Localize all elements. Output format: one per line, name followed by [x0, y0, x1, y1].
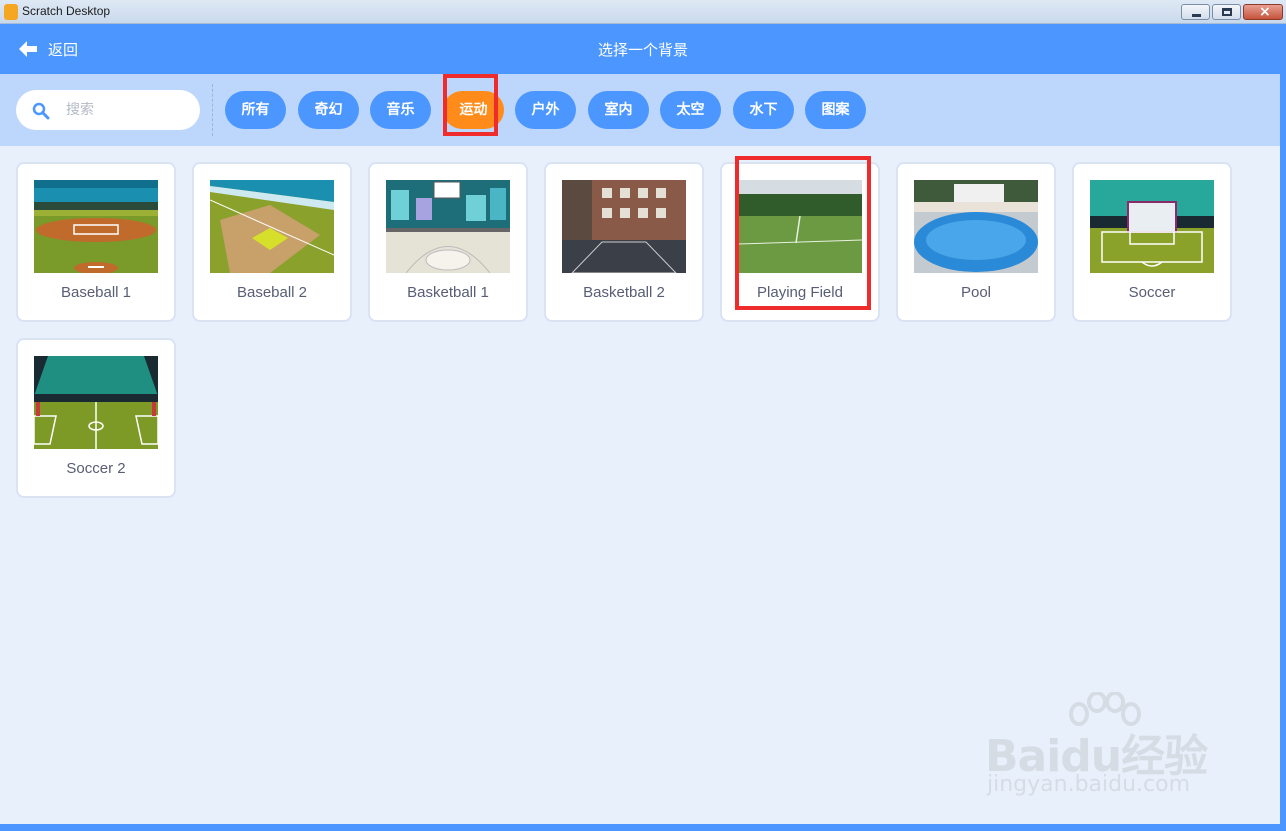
baidu-watermark: Baidu经验 jingyan.baidu.com	[985, 692, 1225, 804]
search-box	[16, 90, 200, 130]
backdrop-card-soccer[interactable]: Soccer	[1072, 162, 1232, 322]
tag-space[interactable]: 太空	[660, 91, 721, 129]
backdrop-card-pool[interactable]: Pool	[896, 162, 1056, 322]
backdrop-name: Basketball 2	[583, 284, 665, 301]
sports-tag-highlight	[443, 74, 498, 136]
backdrop-thumbnail	[210, 180, 334, 273]
playing-field-highlight	[735, 156, 871, 310]
backdrop-thumbnail	[386, 180, 510, 273]
window-titlebar: Scratch Desktop ×	[0, 0, 1286, 24]
library-header: 返回 选择一个背景	[0, 24, 1286, 74]
filter-bar: 所有 奇幻 音乐 运动 户外 室内 太空 水下 图案	[0, 74, 1280, 146]
backdrop-name: Soccer 2	[66, 460, 126, 477]
tag-underwater[interactable]: 水下	[733, 91, 794, 129]
backdrop-thumbnail	[1090, 180, 1214, 273]
backdrop-card-baseball-1[interactable]: Baseball 1	[16, 162, 176, 322]
watermark-sub: jingyan.baidu.com	[987, 772, 1191, 797]
window-title: Scratch Desktop	[22, 4, 111, 18]
search-input[interactable]	[66, 98, 186, 122]
tag-all[interactable]: 所有	[225, 91, 286, 129]
backdrop-name: Pool	[960, 284, 992, 301]
backdrop-card-soccer-2[interactable]: Soccer 2	[16, 338, 176, 498]
backdrop-thumbnail	[914, 180, 1038, 273]
close-icon: ×	[1259, 4, 1271, 20]
maximize-button[interactable]	[1212, 4, 1241, 20]
search-icon	[32, 102, 50, 120]
tag-patterns[interactable]: 图案	[805, 91, 866, 129]
backdrop-thumbnail	[34, 356, 158, 449]
filter-divider	[212, 84, 213, 136]
maximize-icon	[1222, 8, 1232, 16]
minimize-button[interactable]	[1181, 4, 1210, 20]
backdrop-card-basketball-2[interactable]: Basketball 2	[544, 162, 704, 322]
window-bottom-edge	[0, 824, 1286, 831]
minimize-icon	[1192, 14, 1201, 17]
backdrop-thumbnail	[562, 180, 686, 273]
tag-fantasy[interactable]: 奇幻	[298, 91, 359, 129]
scratch-app-icon	[4, 4, 18, 20]
tag-music[interactable]: 音乐	[370, 91, 431, 129]
backdrop-name: Soccer	[1128, 284, 1176, 301]
window-right-edge	[1280, 24, 1286, 831]
tag-indoors[interactable]: 室内	[588, 91, 649, 129]
backdrop-name: Baseball 1	[60, 284, 132, 301]
backdrop-name: Baseball 2	[236, 284, 308, 301]
page-title: 选择一个背景	[597, 41, 688, 59]
backdrop-card-baseball-2[interactable]: Baseball 2	[192, 162, 352, 322]
backdrop-thumbnail	[34, 180, 158, 273]
tag-outdoors[interactable]: 户外	[515, 91, 576, 129]
backdrop-name: Basketball 1	[407, 284, 489, 301]
close-button[interactable]: ×	[1243, 4, 1283, 20]
backdrop-card-basketball-1[interactable]: Basketball 1	[368, 162, 528, 322]
